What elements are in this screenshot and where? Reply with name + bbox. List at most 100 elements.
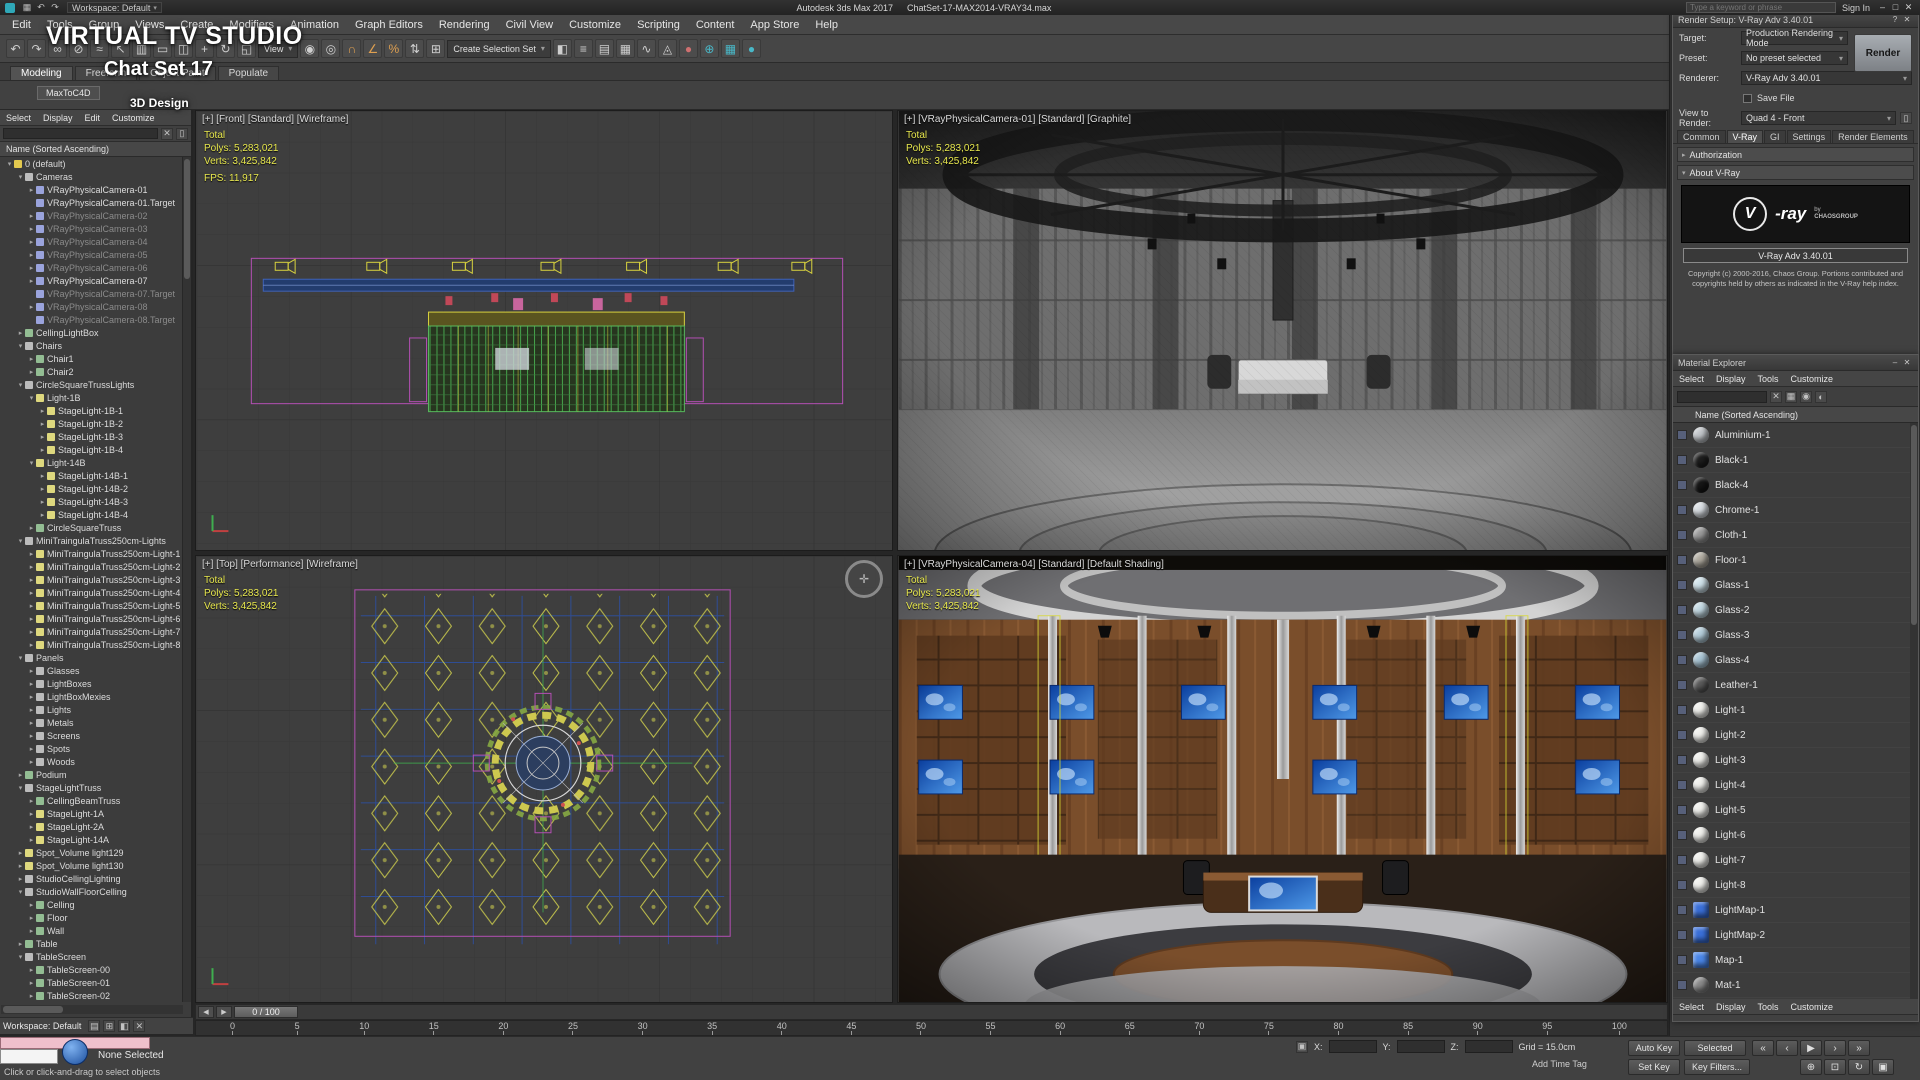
z-field[interactable] (1465, 1040, 1513, 1053)
use-pivot-point-icon[interactable]: ◉ (300, 39, 319, 58)
material-row[interactable]: Light-2 (1673, 723, 1918, 748)
expand-arrow-icon[interactable]: ▸ (27, 966, 36, 974)
tree-row[interactable]: ▸ CellingLightBox (1, 326, 183, 339)
rendered-frame-window-icon[interactable]: ▦ (721, 39, 740, 58)
tree-row[interactable]: ▸ StageLight-14B-3 (1, 495, 183, 508)
material-row[interactable]: Leather-1 (1673, 673, 1918, 698)
viewport-front[interactable]: [+] [Front] [Standard] [Wireframe] Total… (195, 110, 893, 551)
selection-lock-icon[interactable]: ▣ (1296, 1041, 1308, 1053)
render-button[interactable]: Render (1854, 34, 1912, 72)
close-button[interactable]: ✕ (1901, 15, 1913, 24)
tree-row[interactable]: ▸ VRayPhysicalCamera-06 (1, 261, 183, 274)
tree-row[interactable]: ▸ VRayPhysicalCamera-05 (1, 248, 183, 261)
tree-row[interactable]: ▸ MiniTraingulaTruss250cm-Light-7 (1, 625, 183, 638)
tree-row[interactable]: ▾ 0 (default) (1, 157, 183, 170)
tree-row[interactable]: ▸ Woods (1, 755, 183, 768)
expand-arrow-icon[interactable]: ▾ (16, 173, 25, 181)
renderer-dropdown[interactable]: V-Ray Adv 3.40.01▾ (1741, 71, 1912, 85)
expand-arrow-icon[interactable]: ▸ (27, 251, 36, 259)
expand-arrow-icon[interactable]: ▾ (16, 381, 25, 389)
menu-item[interactable]: Help (807, 15, 846, 35)
expand-arrow-icon[interactable]: ▸ (27, 550, 36, 558)
zoom-icon[interactable]: ⊕ (1800, 1059, 1822, 1075)
tree-row[interactable]: ▾ CircleSquareTrussLights (1, 378, 183, 391)
expand-arrow-icon[interactable]: ▸ (27, 212, 36, 220)
expand-arrow-icon[interactable]: ▸ (27, 719, 36, 727)
expand-arrow-icon[interactable]: ▸ (27, 264, 36, 272)
material-row[interactable]: Light-8 (1673, 873, 1918, 898)
material-explorer-titlebar[interactable]: Material Explorer –✕ (1673, 355, 1918, 371)
layer-manager-icon[interactable]: ▤ (595, 39, 614, 58)
render-setup-tab[interactable]: Render Elements (1832, 130, 1914, 143)
minimize-button[interactable]: – (1876, 2, 1889, 13)
menu-item[interactable]: Graph Editors (347, 15, 431, 35)
tree-row[interactable]: ▸ Screens (1, 729, 183, 742)
expand-arrow-icon[interactable]: ▾ (27, 459, 36, 467)
expand-arrow-icon[interactable]: ▸ (27, 589, 36, 597)
previous-frame-button[interactable]: ‹ (1776, 1040, 1798, 1056)
tree-row[interactable]: ▸ Spot_Volume light129 (1, 846, 183, 859)
viewport-label[interactable]: [+] [Front] [Standard] [Wireframe] (202, 114, 348, 125)
tree-row[interactable]: ▸ VRayPhysicalCamera-01 (1, 183, 183, 196)
tree-row[interactable]: ▸ Table (1, 937, 183, 950)
expand-arrow-icon[interactable]: ▸ (27, 368, 36, 376)
expand-arrow-icon[interactable]: ▸ (27, 628, 36, 636)
expand-arrow-icon[interactable]: ▸ (27, 225, 36, 233)
expand-arrow-icon[interactable]: ▸ (38, 420, 47, 428)
tree-row[interactable]: ▸ Wall (1, 924, 183, 937)
tree-row[interactable]: ▸ Lights (1, 703, 183, 716)
material-scrollbar[interactable] (1910, 423, 1918, 999)
ribbon-tab[interactable]: Modeling (10, 66, 73, 80)
tree-row[interactable]: ▸ Chair1 (1, 352, 183, 365)
material-menu-item[interactable]: Customize (1785, 999, 1840, 1015)
clear-search-icon[interactable]: ✕ (161, 128, 173, 140)
tree-row[interactable]: ▸ MiniTraingulaTruss250cm-Light-1 (1, 547, 183, 560)
undo-icon[interactable]: ↶ (35, 2, 47, 13)
tree-row[interactable]: ▸ StageLight-14B-2 (1, 482, 183, 495)
expand-arrow-icon[interactable]: ▸ (27, 355, 36, 363)
expand-arrow-icon[interactable]: ▸ (16, 875, 25, 883)
expand-arrow-icon[interactable]: ▾ (27, 394, 36, 402)
expand-arrow-icon[interactable]: ▾ (16, 888, 25, 896)
render-production-icon[interactable]: ● (742, 39, 761, 58)
tree-row[interactable]: VRayPhysicalCamera-07.Target (1, 287, 183, 300)
tree-row[interactable]: ▸ LightBoxMexies (1, 690, 183, 703)
about-vray-rollout[interactable]: ▾ About V-Ray (1677, 165, 1914, 180)
expand-arrow-icon[interactable]: ▸ (27, 927, 36, 935)
tree-row[interactable]: ▸ Podium (1, 768, 183, 781)
lock-icon[interactable]: ▯ (176, 128, 188, 140)
tree-row[interactable]: ▸ MiniTraingulaTruss250cm-Light-8 (1, 638, 183, 651)
explorer-mode-icon[interactable]: ▤ (88, 1020, 100, 1032)
clear-filter-icon[interactable]: ✕ (1770, 391, 1782, 403)
menu-item[interactable]: Content (688, 15, 743, 35)
tree-row[interactable]: ▸ CircleSquareTruss (1, 521, 183, 534)
thumbnail-view-icon[interactable]: ▦ (1785, 391, 1797, 403)
authorization-rollout[interactable]: ▸ Authorization (1677, 147, 1914, 162)
curve-editor-icon[interactable]: ∿ (637, 39, 656, 58)
expand-arrow-icon[interactable]: ▸ (38, 485, 47, 493)
redo-icon[interactable]: ↷ (27, 39, 46, 58)
auto-key-button[interactable]: Auto Key (1628, 1040, 1680, 1056)
expand-arrow-icon[interactable]: ▸ (27, 836, 36, 844)
render-setup-tab[interactable]: Settings (1787, 130, 1832, 143)
expand-arrow-icon[interactable]: ▸ (27, 732, 36, 740)
expand-arrow-icon[interactable]: ▸ (38, 472, 47, 480)
menu-item[interactable]: Customize (561, 15, 629, 35)
expand-arrow-icon[interactable]: ▾ (16, 953, 25, 961)
viewport-camera-graphite[interactable]: [+] [VRayPhysicalCamera-01] [Standard] [… (897, 110, 1668, 551)
tree-vertical-scrollbar[interactable] (182, 157, 191, 1002)
tree-row[interactable]: ▸ LightBoxes (1, 677, 183, 690)
expand-arrow-icon[interactable]: ▸ (16, 862, 25, 870)
material-menu-item[interactable]: Tools (1752, 999, 1785, 1015)
restore-button[interactable]: □ (1889, 2, 1902, 13)
time-slider[interactable]: ◀▶ 0 / 100 (195, 1004, 1668, 1020)
find-input[interactable] (3, 128, 158, 139)
spinner-snap-icon[interactable]: ⇅ (405, 39, 424, 58)
snaps-toggle-icon[interactable]: ∩ (342, 39, 361, 58)
material-row[interactable]: Glass-2 (1673, 598, 1918, 623)
tree-horizontal-scrollbar[interactable] (1, 1005, 183, 1014)
material-row[interactable]: Light-4 (1673, 773, 1918, 798)
expand-arrow-icon[interactable]: ▸ (27, 706, 36, 714)
expand-arrow-icon[interactable]: ▸ (27, 186, 36, 194)
expand-arrow-icon[interactable]: ▸ (27, 602, 36, 610)
